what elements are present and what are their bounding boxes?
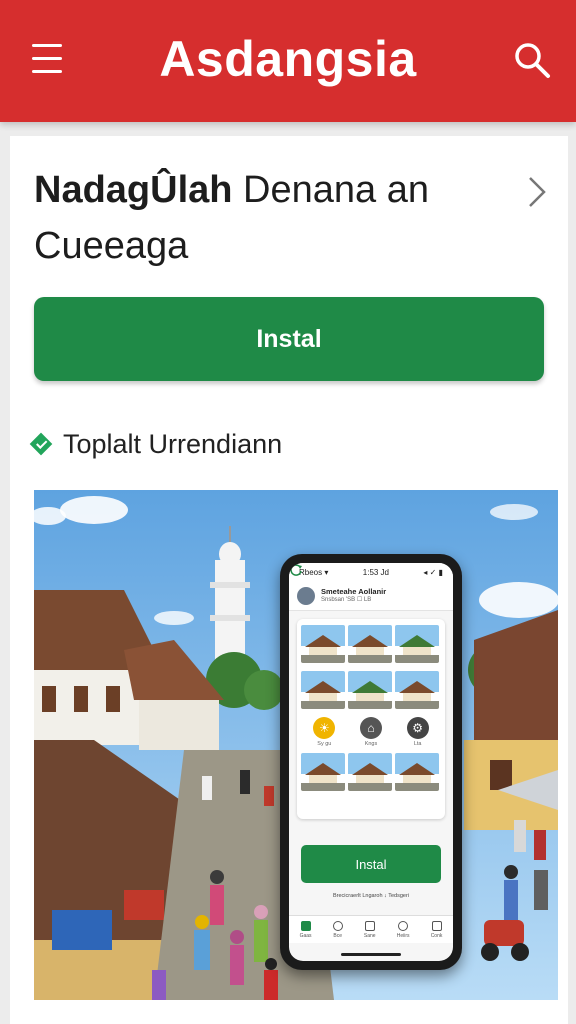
category-label: Sy gu	[317, 741, 332, 747]
chevron-button[interactable]	[518, 172, 554, 212]
phone-app-subtitle: Snsbsan 'SB ☐ LB	[321, 597, 372, 603]
category-label: Lta	[413, 741, 422, 747]
page-title-bold: NadagÛlah	[34, 169, 233, 211]
diamond-check-icon	[29, 432, 53, 456]
heart-icon	[398, 920, 409, 931]
gallery-thumbnail[interactable]	[395, 671, 439, 709]
app-title: Asdangsia	[159, 31, 417, 87]
hero-image: Rbeos ▾ 1:53 Jd ◂ ✓ ▮ Smeteahe Aollanir …	[34, 490, 558, 1000]
gallery-thumbnail[interactable]	[348, 625, 392, 663]
home-indicator	[341, 953, 401, 956]
search-icon	[332, 920, 343, 931]
gallery-thumbnail[interactable]	[348, 671, 392, 709]
chevron-right-icon	[529, 177, 546, 207]
nav-item-list[interactable]: Sane	[364, 920, 376, 939]
content-card: NadagÛlah Denana an Cueeaga Instal Topla…	[10, 136, 568, 1024]
phone-install-button[interactable]: Instal	[301, 845, 441, 883]
gallery-thumbnail[interactable]	[395, 625, 439, 663]
profile-icon	[431, 920, 442, 931]
phone-status-right: ◂ ✓ ▮	[423, 567, 443, 577]
category-label: Kngs	[364, 741, 378, 747]
phone-gallery-card: ☀ Sy gu ⌂ Kngs ⚙ Lta	[297, 619, 445, 819]
sun-icon: ☀	[313, 717, 336, 739]
avatar	[297, 586, 315, 605]
gallery-thumbnail[interactable]	[301, 671, 345, 709]
gallery-thumbnail[interactable]	[301, 625, 345, 663]
gallery-thumbnail[interactable]	[395, 753, 439, 791]
nav-item-profile[interactable]: Conk	[431, 920, 442, 939]
gallery-thumbnail[interactable]	[301, 753, 345, 791]
phone-app-header: Smeteahe Aollanir Snsbsan 'SB ☐ LB	[289, 564, 453, 611]
phone-bottom-nav: Gaas Bce Sane Heiirs Conk	[289, 915, 453, 943]
phone-screen: Rbeos ▾ 1:53 Jd ◂ ✓ ▮ Smeteahe Aollanir …	[289, 563, 453, 961]
refresh-icon[interactable]	[289, 563, 303, 577]
install-button[interactable]: Instal	[34, 297, 544, 381]
search-icon	[515, 43, 550, 78]
home-icon	[300, 920, 311, 931]
category-icon-row: ☀ Sy gu ⌂ Kngs ⚙ Lta	[301, 717, 441, 747]
search-button[interactable]	[508, 36, 556, 84]
category-item[interactable]: ⌂ Kngs	[349, 717, 393, 747]
section-title: Toplalt Urrendiann	[63, 428, 283, 459]
nav-item-home[interactable]: Gaas	[300, 920, 312, 939]
thumb-row	[301, 753, 441, 791]
nav-item-favorites[interactable]: Heiirs	[397, 920, 410, 939]
phone-status-bar: Rbeos ▾ 1:53 Jd ◂ ✓ ▮	[289, 563, 453, 581]
gallery-thumbnail[interactable]	[348, 753, 392, 791]
nav-item-search[interactable]: Bce	[332, 920, 343, 939]
phone-mockup: Rbeos ▾ 1:53 Jd ◂ ✓ ▮ Smeteahe Aollanir …	[280, 554, 462, 970]
thumb-row	[301, 671, 441, 709]
page-title: NadagÛlah Denana an Cueeaga	[34, 162, 504, 274]
app-header: Asdangsia	[0, 0, 576, 122]
section-header: Toplalt Urrendiann	[29, 426, 283, 462]
phone-app-title: Smeteahe Aollanir	[321, 587, 387, 596]
phone-footer-text: Brecicraerlt Lngaroh ↓ Tedsgeri	[332, 893, 410, 899]
phone-status-left: Rbeos ▾	[299, 567, 329, 577]
phone-status-time: 1:53 Jd	[362, 567, 390, 577]
category-item[interactable]: ⚙ Lta	[396, 717, 440, 747]
home-icon: ⌂	[359, 717, 382, 739]
thumb-row	[301, 625, 441, 663]
gear-icon: ⚙	[406, 717, 429, 739]
category-item[interactable]: ☀ Sy gu	[302, 717, 346, 747]
list-icon	[364, 920, 375, 931]
